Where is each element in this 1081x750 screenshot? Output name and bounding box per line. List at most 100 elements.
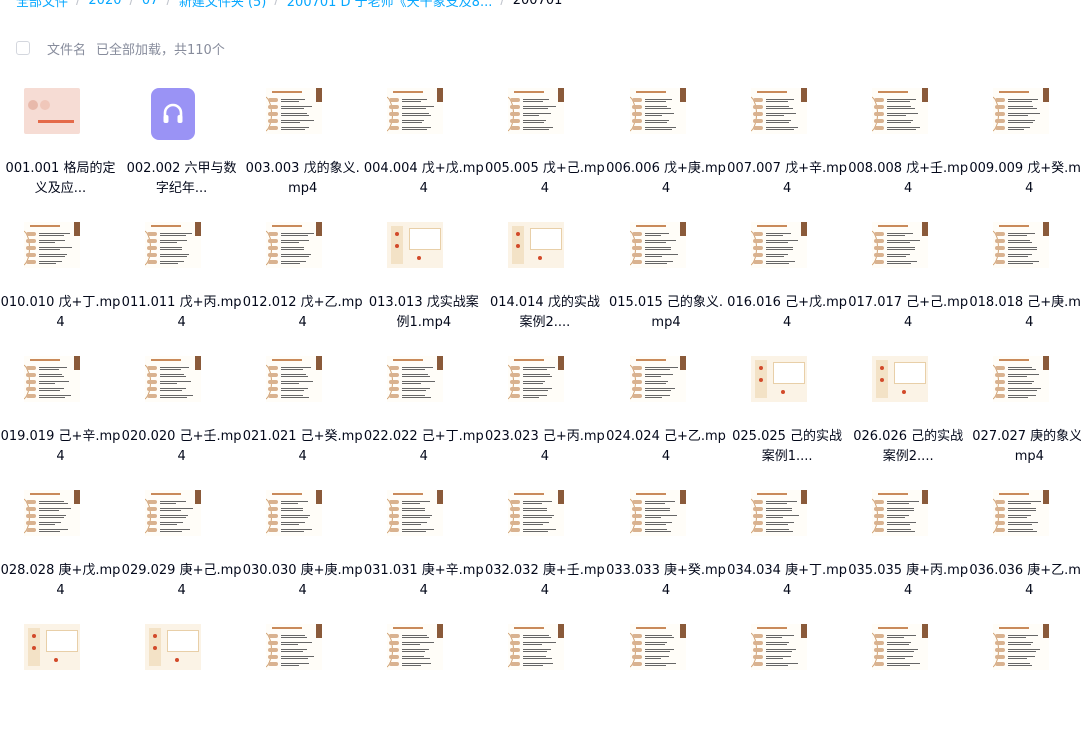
file-name: 033.033 庚+癸.mp4 <box>606 563 726 598</box>
file-tile[interactable]: 007.007 戊+辛.mp4 <box>727 80 848 214</box>
breadcrumb-separator: / <box>166 0 171 8</box>
file-name: 011.011 戊+丙.mp4 <box>121 295 242 330</box>
breadcrumb-separator: / <box>76 0 81 8</box>
file-tile[interactable]: 015.015 己的象义.mp4 <box>606 214 727 348</box>
file-tile[interactable]: 018.018 己+庚.mp4 <box>969 214 1081 348</box>
video-thumbnail-icon <box>266 490 323 536</box>
video-thumbnail-icon <box>387 356 444 402</box>
file-tile[interactable] <box>727 616 848 750</box>
video-thumbnail-icon <box>992 624 1049 670</box>
file-name: 009.009 戊+癸.mp4 <box>969 161 1081 196</box>
file-name: 010.010 戊+丁.mp4 <box>0 295 121 330</box>
file-name: 005.005 戊+己.mp4 <box>484 161 605 196</box>
file-name: 019.019 己+辛.mp4 <box>0 429 121 464</box>
column-filename[interactable]: 文件名 <box>47 39 86 58</box>
file-tile[interactable] <box>121 616 242 750</box>
file-tile[interactable]: 029.029 庚+己.mp4 <box>121 482 242 616</box>
file-tile[interactable]: 022.022 己+丁.mp4 <box>363 348 484 482</box>
file-tile[interactable]: 004.004 戊+戊.mp4 <box>363 80 484 214</box>
select-all-checkbox[interactable] <box>16 41 30 55</box>
file-tile[interactable]: 021.021 己+癸.mp4 <box>242 348 363 482</box>
video-thumbnail-icon <box>750 222 807 268</box>
file-tile[interactable] <box>848 616 969 750</box>
file-tile[interactable]: 031.031 庚+辛.mp4 <box>363 482 484 616</box>
file-tile[interactable]: 034.034 庚+丁.mp4 <box>727 482 848 616</box>
file-tile[interactable]: 001.001 格局的定义及应... <box>0 80 121 214</box>
file-tile[interactable]: 005.005 戊+己.mp4 <box>484 80 605 214</box>
file-name: 032.032 庚+壬.mp4 <box>484 563 605 598</box>
breadcrumb-item-2020[interactable]: 2020 <box>88 0 121 8</box>
file-tile[interactable]: 006.006 戊+庚.mp4 <box>606 80 727 214</box>
file-tile[interactable]: 011.011 戊+丙.mp4 <box>121 214 242 348</box>
file-name: 004.004 戊+戊.mp4 <box>363 161 484 196</box>
file-name <box>0 695 121 735</box>
file-tile[interactable]: 016.016 己+戊.mp4 <box>727 214 848 348</box>
file-tile[interactable]: 008.008 戊+壬.mp4 <box>848 80 969 214</box>
file-name <box>121 695 242 735</box>
file-tile[interactable]: 019.019 己+辛.mp4 <box>0 348 121 482</box>
file-tile[interactable] <box>242 616 363 750</box>
file-tile[interactable]: 032.032 庚+壬.mp4 <box>484 482 605 616</box>
breadcrumb-item-folder5[interactable]: 新建文件夹 (5) <box>179 0 267 10</box>
file-name: 036.036 庚+乙.mp4 <box>969 563 1081 598</box>
file-tile[interactable]: 036.036 庚+乙.mp4 <box>969 482 1081 616</box>
video-thumbnail-icon <box>266 624 323 670</box>
video-thumbnail-icon <box>992 222 1049 268</box>
file-tile[interactable] <box>0 616 121 750</box>
file-tile[interactable]: 026.026 己的实战案例2.... <box>848 348 969 482</box>
file-name: 014.014 戊的实战案例2.... <box>489 295 600 330</box>
file-name: 020.020 己+壬.mp4 <box>121 429 242 464</box>
file-tile[interactable]: 033.033 庚+癸.mp4 <box>606 482 727 616</box>
video-thumbnail-icon <box>629 222 686 268</box>
file-tile[interactable]: 014.014 戊的实战案例2.... <box>484 214 605 348</box>
file-tile[interactable]: 017.017 己+己.mp4 <box>848 214 969 348</box>
file-tile[interactable]: 027.027 庚的象义.mp4 <box>969 348 1081 482</box>
video-thumbnail-icon <box>629 88 686 134</box>
file-tile[interactable]: 009.009 戊+癸.mp4 <box>969 80 1081 214</box>
file-tile[interactable]: 010.010 戊+丁.mp4 <box>0 214 121 348</box>
video-thumbnail-icon <box>750 490 807 536</box>
video-thumbnail-icon <box>629 356 686 402</box>
file-tile[interactable]: 030.030 庚+庚.mp4 <box>242 482 363 616</box>
file-tile[interactable] <box>484 616 605 750</box>
file-tile[interactable]: 003.003 戊的象义.mp4 <box>242 80 363 214</box>
breadcrumb-item-root[interactable]: 全部文件 <box>16 0 68 10</box>
file-name: 002.002 六甲与数字纪年... <box>126 161 237 196</box>
file-name <box>848 695 969 735</box>
breadcrumb-item-course[interactable]: 200701 D 于老师《天干象支及8... <box>287 0 493 10</box>
file-tile[interactable]: 013.013 戊实战案例1.mp4 <box>363 214 484 348</box>
list-header: 文件名 已全部加载，共110个 <box>16 38 225 58</box>
file-name <box>484 695 605 735</box>
video-thumbnail-icon <box>24 88 80 134</box>
load-status: 已全部加载，共110个 <box>96 42 225 58</box>
file-name: 017.017 己+己.mp4 <box>848 295 969 330</box>
file-name: 034.034 庚+丁.mp4 <box>727 563 848 598</box>
breadcrumb-separator: / <box>129 0 134 8</box>
file-name: 022.022 己+丁.mp4 <box>363 429 484 464</box>
file-tile[interactable]: 035.035 庚+丙.mp4 <box>848 482 969 616</box>
file-tile[interactable]: 023.023 己+丙.mp4 <box>484 348 605 482</box>
file-tile[interactable]: 025.025 己的实战案例1.... <box>727 348 848 482</box>
file-tile[interactable] <box>606 616 727 750</box>
file-name: 029.029 庚+己.mp4 <box>121 563 242 598</box>
file-tile[interactable]: 028.028 庚+戊.mp4 <box>0 482 121 616</box>
video-thumbnail-icon <box>145 490 202 536</box>
file-name: 031.031 庚+辛.mp4 <box>363 563 484 598</box>
file-name: 030.030 庚+庚.mp4 <box>242 563 363 598</box>
breadcrumb-separator: / <box>274 0 279 8</box>
file-name: 018.018 己+庚.mp4 <box>969 295 1081 330</box>
file-name: 016.016 己+戊.mp4 <box>727 295 848 330</box>
file-tile[interactable]: 012.012 戊+乙.mp4 <box>242 214 363 348</box>
file-tile[interactable] <box>363 616 484 750</box>
breadcrumb-current: 200701 <box>512 0 563 8</box>
file-tile[interactable]: 002.002 六甲与数字纪年... <box>121 80 242 214</box>
file-tile[interactable]: 024.024 己+乙.mp4 <box>606 348 727 482</box>
audio-file-icon <box>151 88 196 140</box>
file-name <box>606 695 727 735</box>
file-tile[interactable] <box>969 616 1081 750</box>
file-tile[interactable]: 020.020 己+壬.mp4 <box>121 348 242 482</box>
breadcrumb-item-07[interactable]: 07 <box>142 0 159 8</box>
video-thumbnail-icon <box>871 88 928 134</box>
video-thumbnail-icon <box>387 624 444 670</box>
video-thumbnail-icon <box>871 624 928 670</box>
